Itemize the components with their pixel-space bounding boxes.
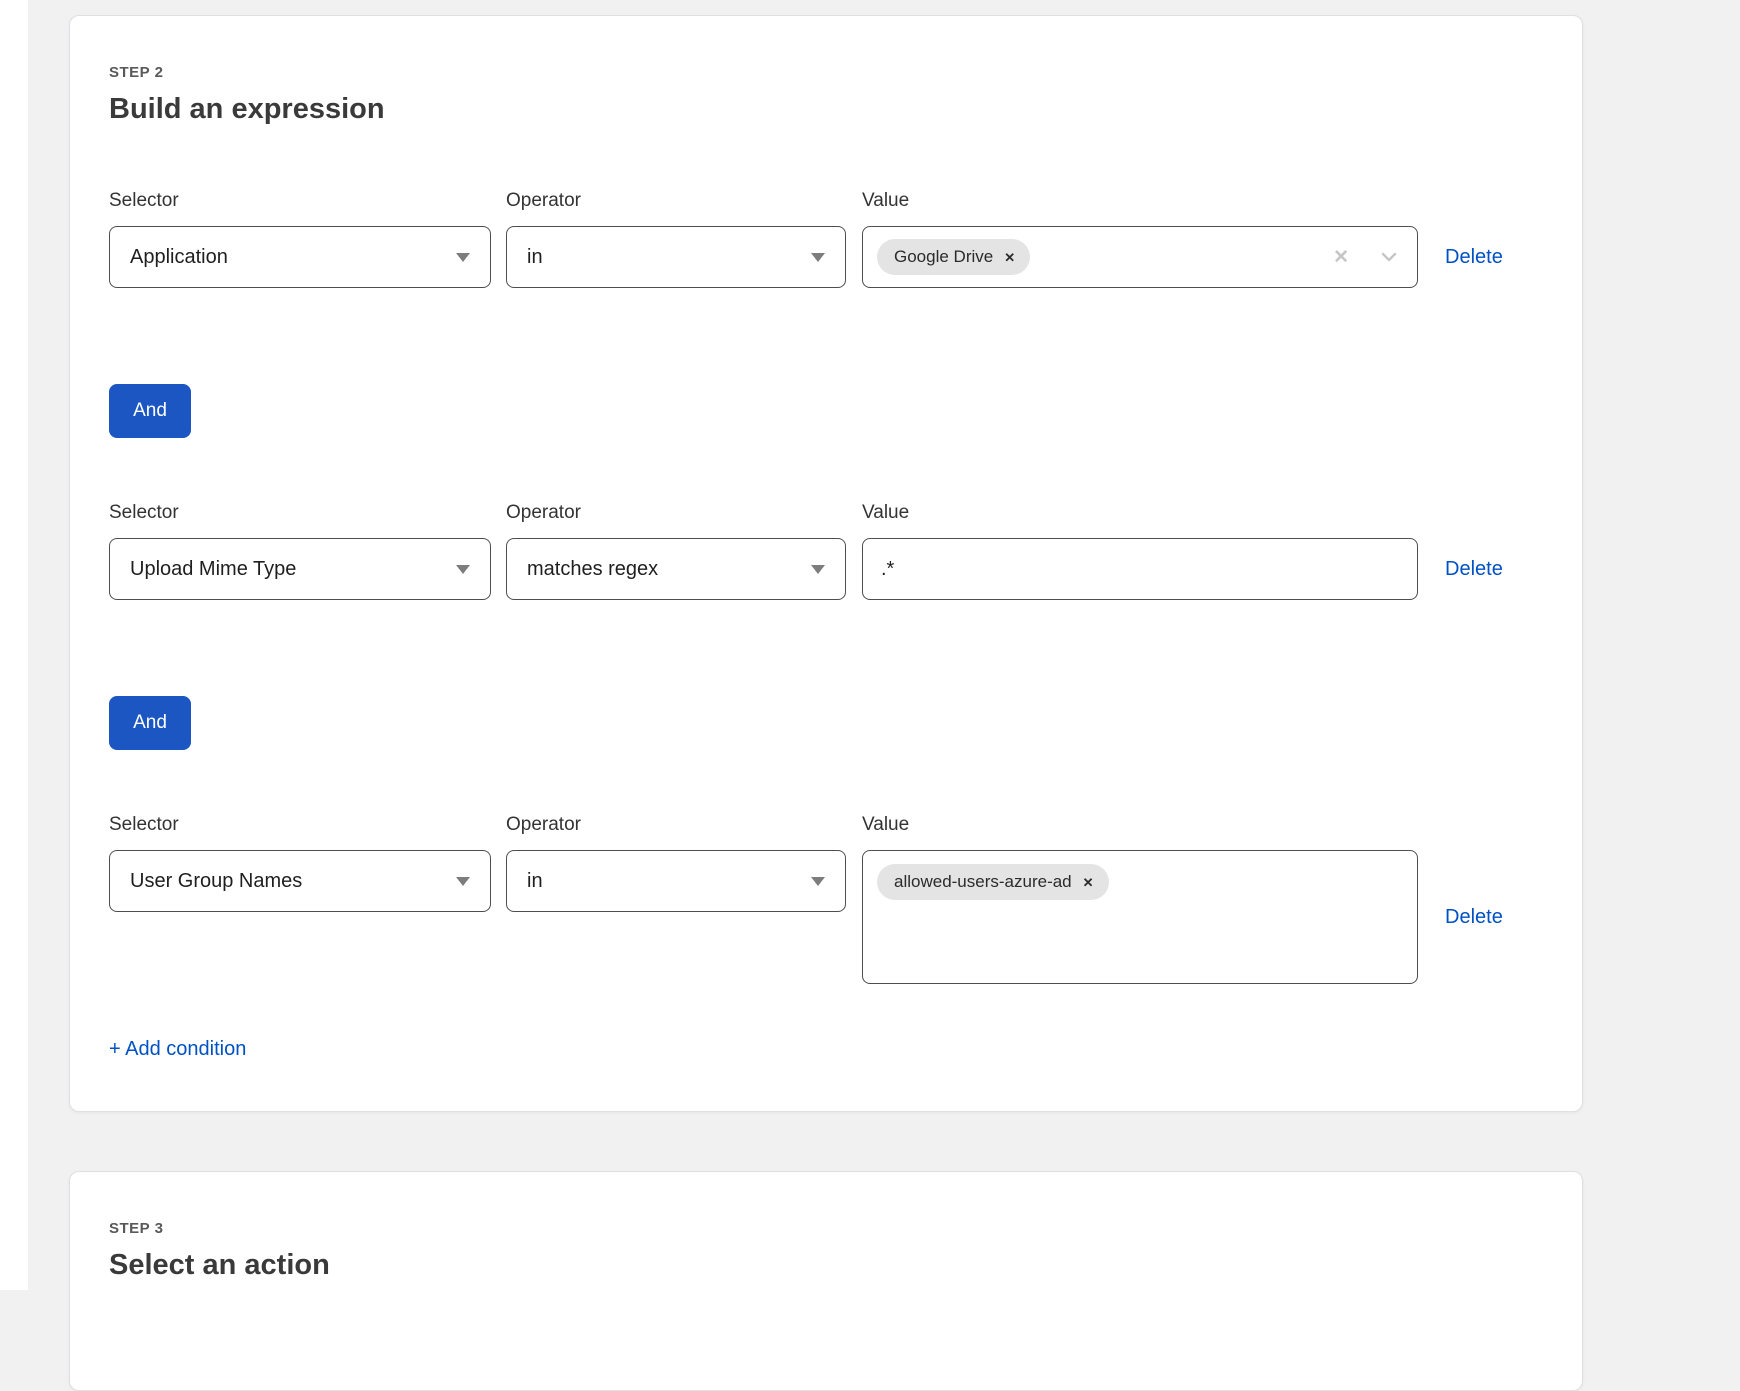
condition-row-3-headers: Selector Operator Value [109, 814, 1542, 836]
caret-down-icon [456, 253, 470, 262]
selector-dropdown-value: Application [130, 246, 444, 269]
operator-column-header: Operator [506, 190, 846, 212]
step2-card: STEP 2 Build an expression Selector Oper… [69, 15, 1583, 1112]
clear-icon[interactable]: ✕ [1333, 248, 1349, 267]
chevron-down-icon[interactable] [1379, 247, 1399, 267]
value-tag: Google Drive ✕ [877, 239, 1030, 275]
operator-dropdown[interactable]: in [506, 226, 846, 288]
operator-dropdown-value: matches regex [527, 558, 799, 581]
value-tag: allowed-users-azure-ad ✕ [877, 864, 1109, 900]
value-column-header: Value [862, 502, 1418, 524]
page-left-gutter [0, 0, 28, 1290]
value-tag-label: allowed-users-azure-ad [894, 872, 1072, 892]
selector-dropdown-value: Upload Mime Type [130, 558, 444, 581]
condition-row-2-headers: Selector Operator Value [109, 502, 1542, 524]
selector-dropdown[interactable]: User Group Names [109, 850, 491, 912]
step3-card: STEP 3 Select an action [69, 1171, 1583, 1391]
remove-tag-icon[interactable]: ✕ [1004, 251, 1015, 264]
add-condition-link[interactable]: + Add condition [109, 1038, 246, 1061]
value-column-header: Value [862, 814, 1418, 836]
operator-column-header: Operator [506, 502, 846, 524]
condition-row-1: Selector Operator Value Application in G… [109, 190, 1542, 288]
value-multiselect[interactable]: Google Drive ✕ ✕ [862, 226, 1418, 288]
selector-column-header: Selector [109, 190, 491, 212]
selector-dropdown[interactable]: Application [109, 226, 491, 288]
operator-dropdown-value: in [527, 246, 799, 269]
and-button[interactable]: And [109, 696, 191, 750]
value-tag-label: Google Drive [894, 247, 993, 267]
value-multiselect[interactable]: allowed-users-azure-ad ✕ [862, 850, 1418, 984]
remove-tag-icon[interactable]: ✕ [1083, 876, 1094, 889]
operator-column-header: Operator [506, 814, 846, 836]
caret-down-icon [456, 565, 470, 574]
selector-dropdown[interactable]: Upload Mime Type [109, 538, 491, 600]
operator-dropdown[interactable]: in [506, 850, 846, 912]
condition-row-3: Selector Operator Value User Group Names… [109, 814, 1542, 984]
caret-down-icon [811, 877, 825, 886]
value-column-header: Value [862, 190, 1418, 212]
caret-down-icon [811, 565, 825, 574]
condition-row-1-headers: Selector Operator Value [109, 190, 1542, 212]
selector-column-header: Selector [109, 814, 491, 836]
selector-dropdown-value: User Group Names [130, 870, 444, 893]
operator-dropdown[interactable]: matches regex [506, 538, 846, 600]
caret-down-icon [456, 877, 470, 886]
delete-condition-link[interactable]: Delete [1445, 906, 1503, 929]
caret-down-icon [811, 253, 825, 262]
and-button[interactable]: And [109, 384, 191, 438]
operator-dropdown-value: in [527, 870, 799, 893]
value-text-input[interactable] [862, 538, 1418, 600]
step3-label: STEP 3 [109, 1220, 1542, 1237]
delete-condition-link[interactable]: Delete [1445, 558, 1503, 581]
step2-label: STEP 2 [109, 64, 1542, 81]
delete-condition-link[interactable]: Delete [1445, 246, 1503, 269]
step2-title: Build an expression [109, 93, 1542, 126]
step3-title: Select an action [109, 1249, 1542, 1282]
condition-row-2: Selector Operator Value Upload Mime Type… [109, 502, 1542, 600]
selector-column-header: Selector [109, 502, 491, 524]
